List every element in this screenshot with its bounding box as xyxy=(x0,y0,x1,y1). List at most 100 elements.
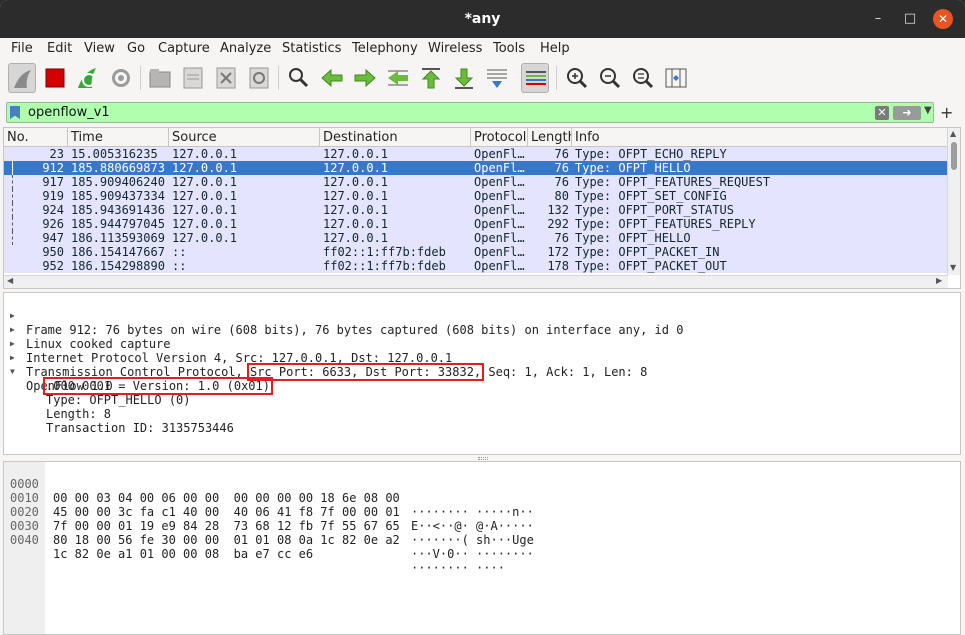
cell-time: 185.880669873 xyxy=(71,161,165,175)
zoom-out-icon[interactable] xyxy=(596,63,624,93)
menu-edit[interactable]: Edit xyxy=(47,41,72,56)
packet-row[interactable]: 917 185.909406240 127.0.0.1 127.0.0.1 Op… xyxy=(4,175,948,189)
packet-row[interactable]: 23 15.005316235 127.0.0.1 127.0.0.1 Open… xyxy=(4,147,948,161)
scroll-left-icon[interactable]: ◀ xyxy=(7,276,13,285)
menu-wireless[interactable]: Wireless xyxy=(428,41,482,56)
menu-tools[interactable]: Tools xyxy=(493,41,525,56)
cell-protocol: OpenFl… xyxy=(474,189,525,203)
col-header-destination[interactable]: Destination xyxy=(323,130,398,145)
packet-row[interactable]: 950 186.154147667 :: ff02::1:ff7b:fdeb O… xyxy=(4,245,948,259)
filter-history-chevron-icon[interactable]: ▼ xyxy=(924,105,932,116)
zoom-normal-icon[interactable] xyxy=(629,63,657,93)
resize-columns-icon[interactable] xyxy=(662,63,690,93)
find-packet-icon[interactable] xyxy=(284,63,312,93)
stop-square-icon[interactable] xyxy=(41,63,69,93)
filter-bookmark-icon[interactable] xyxy=(10,106,20,119)
menu-analyze[interactable]: Analyze xyxy=(220,41,271,56)
scroll-up-icon[interactable]: ▲ xyxy=(950,129,956,138)
menu-help[interactable]: Help xyxy=(540,41,570,56)
menu-telephony[interactable]: Telephony xyxy=(352,41,418,56)
bytes-row[interactable]: 0010 45 00 00 3c fa c1 40 00 40 06 41 f8… xyxy=(4,477,959,533)
cell-destination: 127.0.0.1 xyxy=(323,147,389,161)
reload-file-icon[interactable] xyxy=(245,63,273,93)
cell-info: Type: OFPT_HELLO xyxy=(575,161,691,175)
apply-filter-arrow-icon[interactable]: ➜ xyxy=(893,106,921,120)
autoscroll-icon[interactable] xyxy=(483,63,511,93)
go-forward-icon[interactable] xyxy=(351,63,379,93)
col-header-no[interactable]: No. xyxy=(7,130,29,145)
detail-tcp-row[interactable]: ▶ Transmission Control Protocol, Src Por… xyxy=(4,337,959,381)
maximize-icon[interactable]: □ xyxy=(900,9,920,29)
cell-protocol: OpenFl… xyxy=(474,161,525,175)
capture-options-gear-icon[interactable] xyxy=(107,63,135,93)
packet-row[interactable]: 924 185.943691436 127.0.0.1 127.0.0.1 Op… xyxy=(4,203,948,217)
cell-no: 926 xyxy=(42,217,64,231)
cell-time: 186.113593069 xyxy=(71,231,165,245)
colorize-icon[interactable] xyxy=(521,63,549,93)
cell-length: 178 xyxy=(547,259,569,273)
menu-capture[interactable]: Capture xyxy=(158,41,210,56)
packet-list-vertical-scrollbar[interactable]: ▲ ▼ xyxy=(947,128,960,275)
detail-type-row[interactable]: Type: OFPT_HELLO (0) xyxy=(4,379,959,407)
cell-info: Type: OFPT_FEATURES_REPLY xyxy=(575,217,756,231)
detail-frame-row[interactable]: ▶ Frame 912: 76 bytes on wire (608 bits)… xyxy=(4,295,959,337)
cell-no: 924 xyxy=(42,203,64,217)
go-last-icon[interactable] xyxy=(450,63,478,93)
packet-row[interactable]: 947 186.113593069 127.0.0.1 127.0.0.1 Op… xyxy=(4,231,948,245)
packet-row[interactable]: 919 185.909437334 127.0.0.1 127.0.0.1 Op… xyxy=(4,189,948,203)
title-bar: *any – □ ✕ xyxy=(0,0,965,38)
scroll-down-icon[interactable]: ▼ xyxy=(950,263,956,272)
packet-bytes-pane: 0000 00 00 03 04 00 06 00 00 00 00 00 00… xyxy=(3,461,961,635)
packet-row-selected[interactable]: 912 185.880669873 127.0.0.1 127.0.0.1 Op… xyxy=(4,161,948,175)
open-file-icon[interactable] xyxy=(146,63,174,93)
cell-protocol: OpenFl… xyxy=(474,175,525,189)
scroll-right-icon[interactable]: ▶ xyxy=(936,276,942,285)
detail-version-row[interactable]: .000 0001 = Version: 1.0 (0x01) xyxy=(4,365,959,395)
close-icon[interactable]: ✕ xyxy=(933,9,953,29)
display-filter-value[interactable]: openflow_v1 xyxy=(28,105,110,120)
bytes-row[interactable]: 0000 00 00 03 04 00 06 00 00 00 00 00 00… xyxy=(4,463,959,519)
go-back-icon[interactable] xyxy=(318,63,346,93)
detail-length-row[interactable]: Length: 8 xyxy=(4,393,959,421)
menu-file[interactable]: File xyxy=(11,41,33,56)
menu-view[interactable]: View xyxy=(84,41,115,56)
bytes-row[interactable]: 0020 7f 00 00 01 19 e9 84 28 73 68 12 fb… xyxy=(4,491,959,547)
detail-openflow-row[interactable]: ▼ OpenFlow 1.0 xyxy=(4,351,959,393)
packet-row[interactable]: 952 186.154298890 :: ff02::1:ff7b:fdeb O… xyxy=(4,259,948,273)
bytes-row[interactable]: 0030 80 18 00 56 fe 30 00 00 01 01 08 0a… xyxy=(4,505,959,561)
packet-list-horizontal-scrollbar[interactable]: ◀ ▶ xyxy=(4,275,948,288)
menu-go[interactable]: Go xyxy=(127,41,145,56)
pane-splitter-handle[interactable] xyxy=(478,457,488,460)
shark-fin-start-icon[interactable] xyxy=(8,63,36,93)
add-filter-button-icon[interactable]: + xyxy=(940,103,953,122)
col-header-time[interactable]: Time xyxy=(71,130,103,145)
cell-source: :: xyxy=(172,245,187,259)
col-header-info[interactable]: Info xyxy=(575,130,600,145)
detail-linux-row[interactable]: ▶ Linux cooked capture xyxy=(4,309,959,351)
scroll-thumb[interactable] xyxy=(951,142,957,170)
cell-destination: ff02::1:ff7b:fdeb xyxy=(323,245,446,259)
cell-length: 292 xyxy=(547,217,569,231)
save-file-icon[interactable] xyxy=(179,63,207,93)
go-to-packet-icon[interactable] xyxy=(384,63,412,93)
detail-xid-row[interactable]: Transaction ID: 3135753446 xyxy=(4,407,959,435)
cell-no: 919 xyxy=(42,189,64,203)
cell-no: 912 xyxy=(42,161,64,175)
detail-ip-row[interactable]: ▶ Internet Protocol Version 4, Src: 127.… xyxy=(4,323,959,365)
go-first-icon[interactable] xyxy=(417,63,445,93)
col-header-source[interactable]: Source xyxy=(172,130,217,145)
zoom-in-icon[interactable] xyxy=(563,63,591,93)
col-header-protocol[interactable]: Protocol xyxy=(474,130,526,145)
cell-time: 185.944797045 xyxy=(71,217,165,231)
restart-capture-icon[interactable] xyxy=(74,63,102,93)
close-file-icon[interactable] xyxy=(212,63,240,93)
minimize-icon[interactable]: – xyxy=(868,9,888,29)
clear-filter-icon[interactable]: ✕ xyxy=(875,106,889,120)
cell-protocol: OpenFl… xyxy=(474,245,525,259)
col-header-length[interactable]: Length xyxy=(531,130,571,145)
menu-statistics[interactable]: Statistics xyxy=(282,41,341,56)
bytes-row[interactable]: 0040 1c 82 0e a1 01 00 00 08 ba e7 cc e6… xyxy=(4,519,959,575)
cell-length: 76 xyxy=(554,231,569,245)
packet-row[interactable]: 926 185.944797045 127.0.0.1 127.0.0.1 Op… xyxy=(4,217,948,231)
display-filter-input[interactable]: openflow_v1 ✕ ➜ ▼ xyxy=(6,102,934,123)
